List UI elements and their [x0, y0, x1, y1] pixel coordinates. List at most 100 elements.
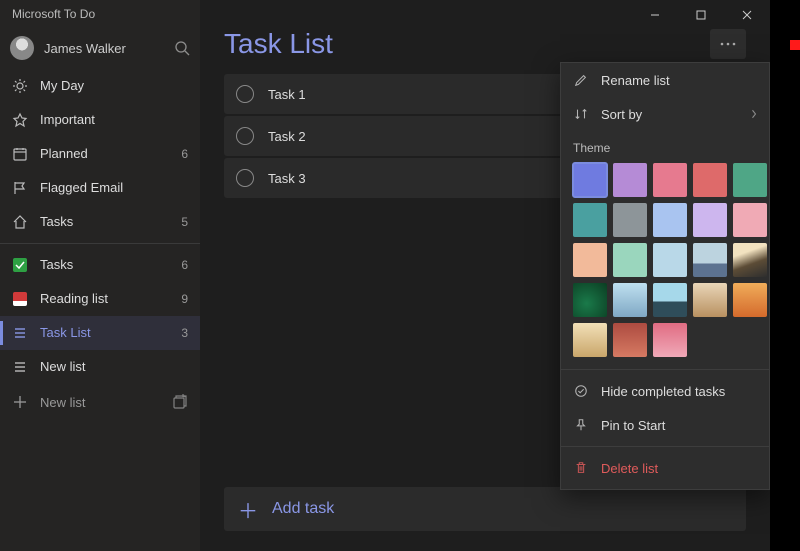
sidebar-item-label: Planned: [40, 146, 175, 161]
chevron-right-icon: [751, 109, 757, 119]
add-task-label: Add task: [272, 500, 334, 518]
theme-swatch-13[interactable]: [693, 243, 727, 277]
green-square: [12, 257, 28, 273]
pin-icon: [573, 417, 589, 433]
theme-swatch-1[interactable]: [613, 163, 647, 197]
menu-separator: [561, 369, 769, 370]
sidebar-item-tasks[interactable]: Tasks 6: [0, 248, 200, 282]
plus-icon: [12, 394, 28, 410]
svg-text:+: +: [182, 394, 186, 401]
close-button[interactable]: [724, 0, 770, 30]
sidebar-item-label: Tasks: [40, 257, 175, 272]
theme-swatch-9[interactable]: [733, 203, 767, 237]
sidebar-item-count: 6: [181, 147, 188, 161]
selection-indicator: [0, 321, 3, 345]
task-title: Task 2: [268, 129, 306, 144]
theme-swatch-22[interactable]: [653, 323, 687, 357]
sort-by-item[interactable]: Sort by: [561, 97, 769, 131]
new-list-button[interactable]: New list +: [0, 384, 200, 421]
sidebar-item-flagged-email[interactable]: Flagged Email: [0, 171, 200, 205]
minimize-button[interactable]: [632, 0, 678, 30]
avatar: [10, 36, 34, 60]
divider: [0, 243, 200, 244]
theme-swatch-4[interactable]: [733, 163, 767, 197]
theme-swatch-15[interactable]: [573, 283, 607, 317]
hide-completed-item[interactable]: Hide completed tasks: [561, 374, 769, 408]
plus-icon: ＋: [238, 495, 258, 524]
add-task-button[interactable]: ＋ Add task: [224, 487, 746, 531]
sidebar-item-count: 3: [181, 326, 188, 340]
sidebar-item-new-list[interactable]: New list: [0, 350, 200, 384]
user-lists: Tasks 6 Reading list9 Task List 3 New list: [0, 248, 200, 384]
complete-checkbox[interactable]: [236, 85, 254, 103]
rename-label: Rename list: [601, 73, 757, 88]
theme-swatch-11[interactable]: [613, 243, 647, 277]
annotation-arrow: [790, 34, 800, 56]
smart-lists: My Day Important Planned 6 Flagged Email Task…: [0, 69, 200, 239]
delete-list-item[interactable]: Delete list: [561, 451, 769, 485]
delete-label: Delete list: [601, 461, 757, 476]
theme-swatch-17[interactable]: [653, 283, 687, 317]
theme-swatch-0[interactable]: [573, 163, 607, 197]
app-window: Microsoft To Do James Walker My DayImpor…: [0, 0, 770, 551]
sidebar-item-important[interactable]: Important: [0, 103, 200, 137]
complete-checkbox[interactable]: [236, 127, 254, 145]
trash-icon: [573, 460, 589, 476]
sidebar-item-task-list[interactable]: Task List 3: [0, 316, 200, 350]
page-title[interactable]: Task List: [224, 28, 710, 60]
theme-swatch-20[interactable]: [573, 323, 607, 357]
theme-grid: [561, 159, 769, 365]
rename-list-item[interactable]: Rename list: [561, 63, 769, 97]
main-pane: Task List Task 1Task 2Task 3 ＋ Add task …: [200, 0, 770, 551]
menu-separator: [561, 446, 769, 447]
complete-checkbox[interactable]: [236, 169, 254, 187]
new-group-icon[interactable]: +: [172, 394, 188, 410]
sidebar-item-label: Task List: [40, 325, 175, 340]
pin-label: Pin to Start: [601, 418, 757, 433]
sidebar-item-label: Tasks: [40, 214, 175, 229]
sort-icon: [573, 106, 589, 122]
sidebar-item-count: 6: [181, 258, 188, 272]
pencil-icon: [573, 72, 589, 88]
account-row[interactable]: James Walker: [0, 28, 200, 69]
theme-swatch-2[interactable]: [653, 163, 687, 197]
sun-icon: [12, 78, 28, 94]
theme-swatch-10[interactable]: [573, 243, 607, 277]
maximize-button[interactable]: [678, 0, 724, 30]
more-icon: [720, 42, 736, 46]
sidebar-item-count: 9: [181, 292, 188, 306]
theme-swatch-19[interactable]: [733, 283, 767, 317]
sidebar-item-label: Flagged Email: [40, 180, 188, 195]
sidebar-item-label: Important: [40, 112, 188, 127]
list-icon: [12, 325, 28, 341]
hide-completed-label: Hide completed tasks: [601, 384, 757, 399]
theme-swatch-16[interactable]: [613, 283, 647, 317]
calendar-icon: [12, 146, 28, 162]
theme-swatch-8[interactable]: [693, 203, 727, 237]
theme-swatch-6[interactable]: [613, 203, 647, 237]
theme-swatch-7[interactable]: [653, 203, 687, 237]
theme-swatch-18[interactable]: [693, 283, 727, 317]
window-controls: [632, 0, 770, 30]
search-icon[interactable]: [174, 40, 190, 56]
list-icon: [12, 359, 28, 375]
more-options-button[interactable]: [710, 29, 746, 59]
theme-swatch-5[interactable]: [573, 203, 607, 237]
theme-swatch-12[interactable]: [653, 243, 687, 277]
sidebar-item-my-day[interactable]: My Day: [0, 69, 200, 103]
theme-swatch-3[interactable]: [693, 163, 727, 197]
sidebar-item-count: 5: [181, 215, 188, 229]
theme-swatch-21[interactable]: [613, 323, 647, 357]
list-options-menu: Rename list Sort by Theme Hide completed…: [560, 62, 770, 490]
home-icon: [12, 214, 28, 230]
sidebar-item-tasks[interactable]: Tasks 5: [0, 205, 200, 239]
sidebar-item-reading-list[interactable]: Reading list9: [0, 282, 200, 316]
flag-icon: [12, 180, 28, 196]
pin-to-start-item[interactable]: Pin to Start: [561, 408, 769, 442]
sidebar-item-planned[interactable]: Planned 6: [0, 137, 200, 171]
theme-section-label: Theme: [561, 131, 769, 159]
new-list-label: New list: [40, 395, 172, 410]
theme-swatch-14[interactable]: [733, 243, 767, 277]
sidebar-item-label: My Day: [40, 78, 188, 93]
sort-label: Sort by: [601, 107, 751, 122]
